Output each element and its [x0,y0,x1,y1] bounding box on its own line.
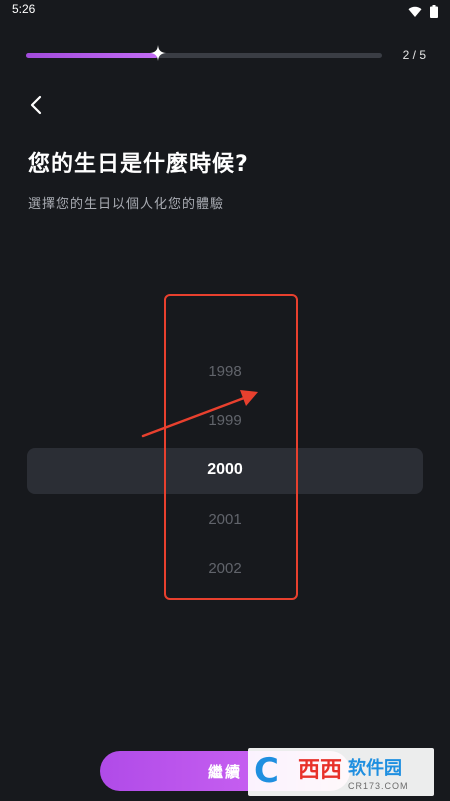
watermark-xixi-text: 西西 [298,758,343,783]
watermark-brand-text: 软件园 [348,758,402,779]
continue-button-label: 繼續 [207,762,242,781]
annotation-arrow [141,390,258,438]
watermark-c-logo: C [254,751,279,791]
watermark-url-text: CR173.COM [348,781,409,791]
birthday-screen: 5:26 2 / 5 您的生日是什麼時候? 選擇您的生日以個人化您的體驗 199… [0,0,450,801]
watermark-logo: C 西西 软件园 CR173.COM [248,748,434,796]
